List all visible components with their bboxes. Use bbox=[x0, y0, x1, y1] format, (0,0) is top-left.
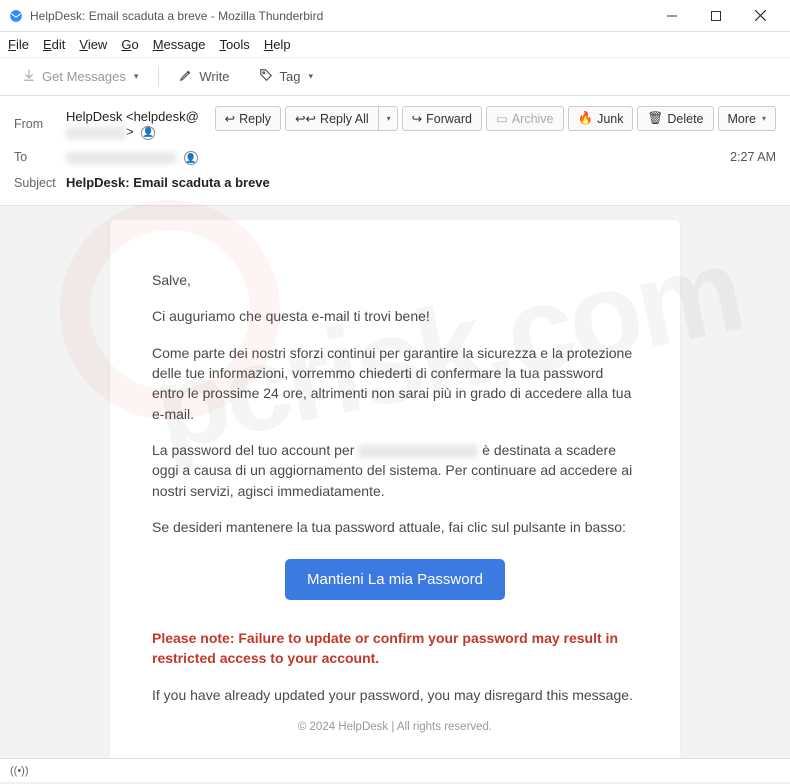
reply-button[interactable]: ↩Reply bbox=[215, 106, 281, 131]
from-label: From bbox=[14, 117, 66, 131]
download-icon bbox=[22, 68, 36, 85]
pencil-icon bbox=[179, 68, 193, 85]
email-warning: Please note: Failure to update or confir… bbox=[152, 628, 638, 669]
message-body: Salve, Ci auguriamo che questa e-mail ti… bbox=[0, 206, 790, 758]
menu-bar: File Edit View Go Message Tools Help bbox=[0, 32, 790, 58]
reply-all-dropdown[interactable]: ▾ bbox=[378, 106, 398, 131]
trash-icon: 🗑 bbox=[647, 111, 663, 126]
chevron-down-icon: ▾ bbox=[308, 71, 313, 82]
minimize-button[interactable] bbox=[650, 2, 694, 30]
menu-view[interactable]: View bbox=[79, 37, 107, 52]
archive-button[interactable]: ▭Archive bbox=[486, 106, 564, 131]
get-messages-label: Get Messages bbox=[42, 69, 126, 84]
email-footer: © 2024 HelpDesk | All rights reserved. bbox=[152, 721, 638, 733]
write-label: Write bbox=[199, 69, 229, 84]
menu-help[interactable]: Help bbox=[264, 37, 291, 52]
more-button[interactable]: More▾ bbox=[718, 106, 777, 131]
junk-button[interactable]: 🔥Junk bbox=[568, 106, 634, 131]
connection-icon[interactable]: ((•)) bbox=[10, 765, 29, 777]
close-button[interactable] bbox=[738, 2, 782, 30]
keep-password-button[interactable]: Mantieni La mia Password bbox=[285, 559, 505, 600]
message-time: 2:27 AM bbox=[730, 150, 776, 164]
to-value: 👤 bbox=[66, 150, 730, 166]
app-icon bbox=[8, 8, 24, 24]
subject-label: Subject bbox=[14, 176, 66, 190]
email-paragraph-2: La password del tuo account per è destin… bbox=[152, 440, 638, 501]
from-value: HelpDesk <helpdesk@> 👤 bbox=[66, 109, 215, 140]
email-card: Salve, Ci auguriamo che questa e-mail ti… bbox=[110, 220, 680, 758]
junk-icon: 🔥 bbox=[578, 111, 594, 126]
contact-icon[interactable]: 👤 bbox=[184, 151, 198, 165]
tag-label: Tag bbox=[279, 69, 300, 84]
reply-icon: ↩ bbox=[225, 111, 235, 126]
tag-button[interactable]: Tag ▾ bbox=[249, 63, 323, 90]
to-label: To bbox=[14, 150, 66, 164]
redacted-account bbox=[358, 445, 478, 458]
get-messages-button[interactable]: Get Messages ▾ bbox=[12, 63, 148, 90]
redacted-domain bbox=[66, 127, 126, 139]
maximize-button[interactable] bbox=[694, 2, 738, 30]
reply-all-button[interactable]: ↩↩Reply All bbox=[285, 106, 378, 131]
forward-icon: ↪ bbox=[412, 111, 422, 126]
delete-button[interactable]: 🗑Delete bbox=[637, 106, 713, 131]
contact-icon[interactable]: 👤 bbox=[141, 126, 155, 140]
chevron-down-icon: ▾ bbox=[387, 114, 391, 123]
window-title: HelpDesk: Email scaduta a breve - Mozill… bbox=[30, 9, 650, 23]
email-paragraph-1: Come parte dei nostri sforzi continui pe… bbox=[152, 343, 638, 424]
email-intro: Ci auguriamo che questa e-mail ti trovi … bbox=[152, 306, 638, 326]
toolbar-separator bbox=[158, 67, 159, 87]
forward-button[interactable]: ↪Forward bbox=[402, 106, 482, 131]
window-titlebar: HelpDesk: Email scaduta a breve - Mozill… bbox=[0, 0, 790, 32]
menu-file[interactable]: File bbox=[8, 37, 29, 52]
subject-row: Subject HelpDesk: Email scaduta a breve bbox=[14, 170, 776, 195]
write-button[interactable]: Write bbox=[169, 63, 239, 90]
menu-tools[interactable]: Tools bbox=[219, 37, 249, 52]
chevron-down-icon: ▾ bbox=[762, 114, 766, 123]
menu-message[interactable]: Message bbox=[153, 37, 206, 52]
redacted-to bbox=[66, 152, 176, 164]
menu-edit[interactable]: Edit bbox=[43, 37, 65, 52]
tag-icon bbox=[259, 68, 273, 85]
window-controls bbox=[650, 2, 782, 30]
email-disregard: If you have already updated your passwor… bbox=[152, 685, 638, 705]
reply-all-icon: ↩↩ bbox=[295, 111, 316, 126]
status-bar: ((•)) bbox=[0, 758, 790, 782]
chevron-down-icon: ▾ bbox=[134, 71, 139, 82]
subject-value: HelpDesk: Email scaduta a breve bbox=[66, 175, 776, 190]
email-paragraph-3: Se desideri mantenere la tua password at… bbox=[152, 517, 638, 537]
to-row: To 👤 2:27 AM bbox=[14, 145, 776, 171]
menu-go[interactable]: Go bbox=[121, 37, 138, 52]
archive-icon: ▭ bbox=[496, 111, 508, 126]
cta-container: Mantieni La mia Password bbox=[152, 559, 638, 600]
from-row: From HelpDesk <helpdesk@> 👤 bbox=[14, 104, 215, 145]
message-header: From HelpDesk <helpdesk@> 👤 ↩Reply ↩↩Rep… bbox=[0, 96, 790, 206]
action-buttons: ↩Reply ↩↩Reply All ▾ ↪Forward ▭Archive 🔥… bbox=[215, 106, 776, 131]
toolbar: Get Messages ▾ Write Tag ▾ bbox=[0, 58, 790, 96]
email-greeting: Salve, bbox=[152, 270, 638, 290]
